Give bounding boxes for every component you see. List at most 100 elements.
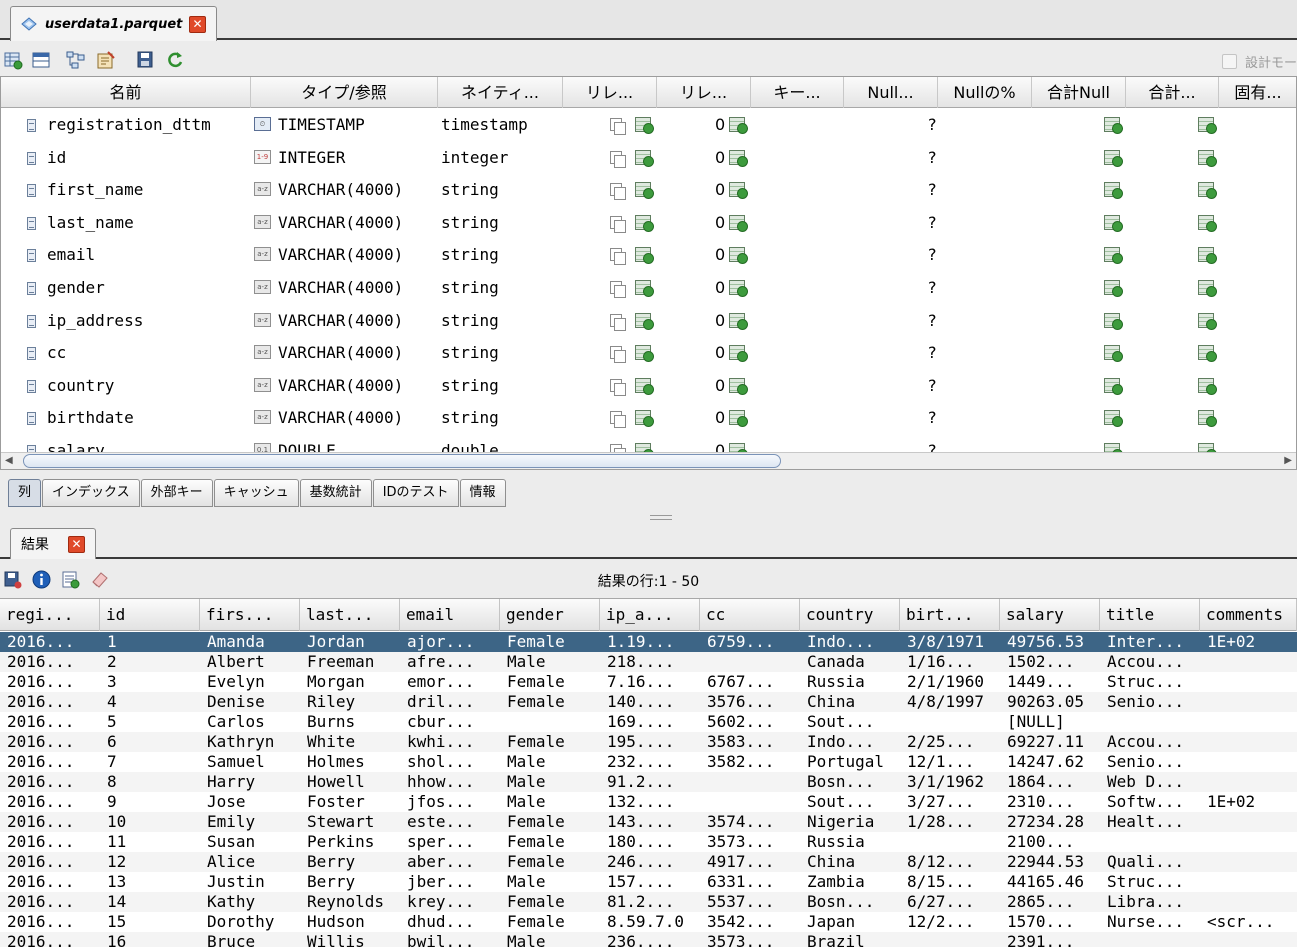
- result-cell[interactable]: China: [800, 852, 900, 872]
- result-cell[interactable]: afre...: [400, 652, 500, 672]
- table-link-icon[interactable]: [1104, 377, 1123, 395]
- copy-icon[interactable]: [610, 248, 626, 266]
- column-header-4[interactable]: リレ...: [657, 77, 751, 108]
- result-row[interactable]: 2016... 14 Kathy Reynolds krey... Female 81.2.…: [0, 892, 1297, 912]
- result-cell[interactable]: 8/15...: [900, 872, 1000, 892]
- result-cell[interactable]: [1200, 892, 1297, 912]
- result-cell[interactable]: 180....: [600, 832, 700, 852]
- result-cell[interactable]: Bosn...: [800, 772, 900, 792]
- result-cell[interactable]: Susan: [200, 832, 300, 852]
- result-cell[interactable]: 5602...: [700, 712, 800, 732]
- close-tab-icon[interactable]: ✕: [189, 15, 206, 33]
- result-cell[interactable]: [1200, 932, 1297, 947]
- result-cell[interactable]: [1200, 812, 1297, 832]
- result-cell[interactable]: jber...: [400, 872, 500, 892]
- result-row[interactable]: 2016... 6 Kathryn White kwhi... Female 195....…: [0, 732, 1297, 752]
- result-cell[interactable]: 3583...: [700, 732, 800, 752]
- sub-tab-2[interactable]: 外部キー: [140, 479, 213, 507]
- result-cell[interactable]: 2100...: [1000, 832, 1100, 852]
- copy-icon[interactable]: [610, 346, 626, 364]
- result-cell[interactable]: Senio...: [1100, 692, 1200, 712]
- result-cell[interactable]: 6/27...: [900, 892, 1000, 912]
- sub-tab-1[interactable]: インデックス: [42, 479, 140, 507]
- result-cell[interactable]: 22944.53: [1000, 852, 1100, 872]
- result-row[interactable]: 2016... 12 Alice Berry aber... Female 246.... 4…: [0, 852, 1297, 872]
- copy-icon[interactable]: [610, 183, 626, 201]
- result-cell[interactable]: 7: [100, 752, 200, 772]
- result-cell[interactable]: Berry: [300, 852, 400, 872]
- result-cell[interactable]: 7.16...: [600, 672, 700, 692]
- result-cell[interactable]: Male: [500, 772, 600, 792]
- table-link-icon[interactable]: [729, 410, 748, 428]
- result-cell[interactable]: Female: [500, 812, 600, 832]
- editor-tab[interactable]: userdata1.parquet ✕: [10, 6, 217, 41]
- table-link-icon[interactable]: [1198, 312, 1217, 330]
- copy-icon[interactable]: [610, 281, 626, 298]
- result-cell[interactable]: 49756.53: [1000, 632, 1100, 652]
- result-cell[interactable]: Russia: [800, 672, 900, 692]
- result-cell[interactable]: 2016...: [0, 672, 100, 692]
- result-cell[interactable]: [900, 712, 1000, 732]
- result-cell[interactable]: 8/12...: [900, 852, 1000, 872]
- result-cell[interactable]: 15: [100, 912, 200, 932]
- result-cell[interactable]: 195....: [600, 732, 700, 752]
- column-row[interactable]: ip_address a-z VARCHAR(4000) string 0?: [1, 305, 1296, 337]
- table-link-icon[interactable]: [1198, 149, 1217, 167]
- table-link-icon[interactable]: [1104, 280, 1123, 297]
- result-cell[interactable]: Female: [500, 692, 600, 712]
- result-cell[interactable]: 2016...: [0, 932, 100, 947]
- result-cell[interactable]: Struc...: [1100, 672, 1200, 692]
- table-link-icon[interactable]: [729, 345, 748, 363]
- result-row[interactable]: 2016... 1 Amanda Jordan ajor... Female 1.19...…: [0, 632, 1297, 652]
- result-header-4[interactable]: email: [400, 599, 500, 631]
- result-cell[interactable]: 27234.28: [1000, 812, 1100, 832]
- table-link-icon[interactable]: [729, 247, 748, 265]
- result-header-11[interactable]: title: [1100, 599, 1200, 631]
- result-cell[interactable]: Willis: [300, 932, 400, 947]
- result-cell[interactable]: [700, 652, 800, 672]
- result-cell[interactable]: Male: [500, 752, 600, 772]
- result-cell[interactable]: Male: [500, 872, 600, 892]
- result-header-2[interactable]: firs...: [200, 599, 300, 631]
- result-cell[interactable]: 2016...: [0, 712, 100, 732]
- result-header-7[interactable]: cc: [700, 599, 800, 631]
- result-cell[interactable]: [1200, 712, 1297, 732]
- result-cell[interactable]: sper...: [400, 832, 500, 852]
- result-cell[interactable]: Hudson: [300, 912, 400, 932]
- result-header-6[interactable]: ip_a...: [600, 599, 700, 631]
- table-link-icon[interactable]: [635, 247, 654, 265]
- sub-tab-0[interactable]: 列: [8, 479, 42, 507]
- result-cell[interactable]: 2/1/1960: [900, 672, 1000, 692]
- result-cell[interactable]: 3582...: [700, 752, 800, 772]
- table-link-icon[interactable]: [1104, 214, 1123, 232]
- result-cell[interactable]: bwil...: [400, 932, 500, 947]
- result-cell[interactable]: [1200, 752, 1297, 772]
- result-cell[interactable]: 1E+02: [1200, 792, 1297, 812]
- result-cell[interactable]: 14247.62: [1000, 752, 1100, 772]
- result-cell[interactable]: 1449...: [1000, 672, 1100, 692]
- result-cell[interactable]: 2: [100, 652, 200, 672]
- result-cell[interactable]: Evelyn: [200, 672, 300, 692]
- result-cell[interactable]: Accou...: [1100, 732, 1200, 752]
- table-link-icon[interactable]: [1198, 280, 1217, 297]
- column-header-2[interactable]: ネイティ...: [438, 77, 563, 108]
- result-cell[interactable]: 3573...: [700, 932, 800, 947]
- result-cell[interactable]: Sout...: [800, 712, 900, 732]
- result-cell[interactable]: Male: [500, 932, 600, 947]
- result-cell[interactable]: Indo...: [800, 732, 900, 752]
- result-cell[interactable]: Web D...: [1100, 772, 1200, 792]
- result-cell[interactable]: 3574...: [700, 812, 800, 832]
- result-cell[interactable]: 2016...: [0, 832, 100, 852]
- result-cell[interactable]: Female: [500, 852, 600, 872]
- result-cell[interactable]: 2391...: [1000, 932, 1100, 947]
- result-header-3[interactable]: last...: [300, 599, 400, 631]
- results-tab[interactable]: 結果 ✕: [10, 528, 96, 559]
- column-row[interactable]: email a-z VARCHAR(4000) string 0?: [1, 239, 1296, 271]
- result-cell[interactable]: 14: [100, 892, 200, 912]
- result-cell[interactable]: [900, 832, 1000, 852]
- table-link-icon[interactable]: [729, 312, 748, 330]
- column-header-7[interactable]: Nullの%: [938, 77, 1032, 108]
- column-row[interactable]: birthdate a-z VARCHAR(4000) string 0?: [1, 402, 1296, 434]
- result-cell[interactable]: 2016...: [0, 792, 100, 812]
- result-cell[interactable]: 6331...: [700, 872, 800, 892]
